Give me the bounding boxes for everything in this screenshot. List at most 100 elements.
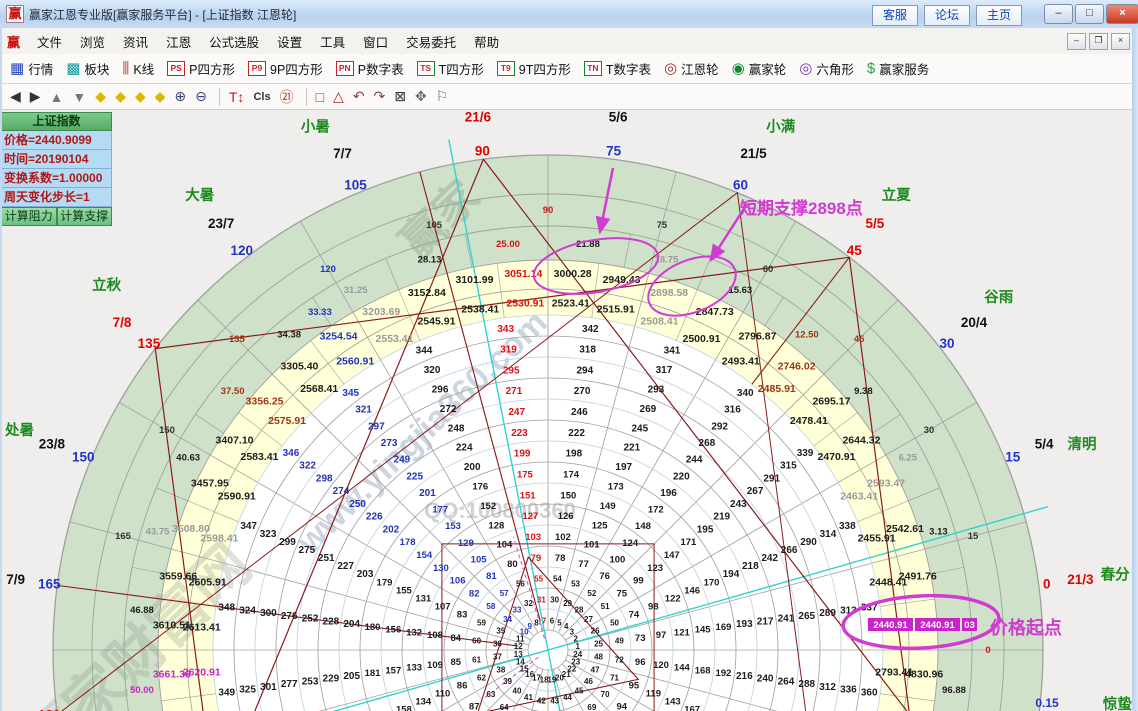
toolbar-item-label: 赢家轮 <box>749 59 787 78</box>
svg-text:195: 195 <box>697 524 714 535</box>
tri-up-icon[interactable]: ▲ <box>50 89 64 105</box>
toolbar-item-9P四方形[interactable]: P99P四方形 <box>248 59 323 78</box>
svg-text:126: 126 <box>558 511 574 522</box>
minimize-button[interactable]: – <box>1044 4 1073 24</box>
mdi-close-button[interactable]: × <box>1111 33 1130 50</box>
svg-text:342: 342 <box>582 324 599 335</box>
menu-item-9[interactable]: 交易委托 <box>397 28 465 55</box>
svg-text:193: 193 <box>736 619 753 630</box>
toolbar-item-P数字表[interactable]: PNP数字表 <box>336 59 404 78</box>
scale-tool-icon[interactable]: ✥ <box>415 88 427 105</box>
svg-text:344: 344 <box>416 346 433 357</box>
maximize-button[interactable]: □ <box>1075 4 1104 24</box>
menu-item-5[interactable]: 公式选股 <box>200 28 268 55</box>
svg-text:324: 324 <box>239 605 256 616</box>
cls-icon[interactable]: Cls <box>253 91 270 103</box>
svg-text:318: 318 <box>579 345 596 356</box>
svg-text:5/4: 5/4 <box>1035 436 1054 451</box>
svg-text:30: 30 <box>924 425 935 436</box>
svg-text:100: 100 <box>609 555 625 566</box>
svg-text:62: 62 <box>477 674 486 683</box>
toolbar-item-江恩轮[interactable]: ◎江恩轮 <box>664 59 719 78</box>
calendar-icon[interactable]: ㉑ <box>280 87 294 107</box>
panel-field-3: 变换系数=1.00000 <box>1 169 112 188</box>
mdi-minimize-button[interactable]: – <box>1067 33 1086 50</box>
toolbar-item-K线[interactable]: ⫼K线 <box>122 59 154 78</box>
svg-text:181: 181 <box>365 668 382 679</box>
svg-text:152: 152 <box>480 501 496 512</box>
square-tool-icon[interactable]: □ <box>316 89 324 105</box>
toolbar-item-T四方形[interactable]: TST四方形 <box>417 59 484 78</box>
svg-text:315: 315 <box>780 461 797 472</box>
rotate-cw-icon[interactable]: ↷ <box>374 88 386 105</box>
svg-text:148: 148 <box>635 521 651 532</box>
menu-item-8[interactable]: 窗口 <box>354 28 397 55</box>
prev-icon[interactable]: ◀ <box>10 88 21 105</box>
toolbar-separator <box>219 88 220 106</box>
flip-vertical-icon[interactable]: T↕ <box>229 89 245 105</box>
toolbar-item-行情[interactable]: ▦行情 <box>10 59 53 78</box>
zoom-in-icon[interactable]: ⊕ <box>174 88 186 105</box>
svg-text:325: 325 <box>239 685 256 696</box>
diamond-up-icon[interactable]: ◆ <box>135 88 146 105</box>
flag-tool-icon[interactable]: ⚐ <box>436 88 449 105</box>
titlebar-button-1[interactable]: 客服 <box>872 5 918 26</box>
svg-text:96: 96 <box>635 657 646 668</box>
svg-text:2515.91: 2515.91 <box>597 304 635 316</box>
toolbar-item-六角形[interactable]: ◎六角形 <box>799 59 854 78</box>
menu-item-2[interactable]: 浏览 <box>71 28 114 55</box>
zoom-out-icon[interactable]: ⊖ <box>195 88 207 105</box>
diamond-right-icon[interactable]: ◆ <box>115 88 126 105</box>
menu-item-4[interactable]: 江恩 <box>157 28 200 55</box>
menu-item-1[interactable]: 文件 <box>28 28 71 55</box>
svg-text:3305.40: 3305.40 <box>280 361 318 373</box>
menu-item-6[interactable]: 设置 <box>268 28 311 55</box>
toolbar-item-赢家服务[interactable]: $赢家服务 <box>867 59 929 78</box>
menu-item-3[interactable]: 资讯 <box>114 28 157 55</box>
panel-button-2[interactable]: 计算支撑 <box>57 207 113 226</box>
svg-text:83: 83 <box>457 609 468 620</box>
toolbar-item-9T四方形[interactable]: T99T四方形 <box>497 59 571 78</box>
chart-area[interactable]: 赢家财富网www.yingjia360.com赢家QQ:100800360123… <box>0 110 1138 711</box>
svg-text:55: 55 <box>534 575 543 584</box>
panel-button-1[interactable]: 计算阻力 <box>1 207 57 226</box>
mdi-restore-button[interactable]: ❐ <box>1089 33 1108 50</box>
toolbar-item-P四方形[interactable]: PSP四方形 <box>167 59 235 78</box>
close-button[interactable]: × <box>1106 4 1138 24</box>
svg-text:2530.91: 2530.91 <box>506 298 544 310</box>
menu-item-10[interactable]: 帮助 <box>465 28 508 55</box>
diamond-left-icon[interactable]: ◆ <box>95 88 106 105</box>
svg-text:50.00: 50.00 <box>130 685 154 696</box>
svg-text:2644.32: 2644.32 <box>842 435 880 447</box>
svg-text:35: 35 <box>496 626 505 635</box>
toolbar-item-T数字表[interactable]: TNT数字表 <box>584 59 651 78</box>
toolbar-item-label: 赢家服务 <box>879 59 929 78</box>
toolbar-item-赢家轮[interactable]: ◉赢家轮 <box>732 59 787 78</box>
titlebar-button-3[interactable]: 主页 <box>976 5 1022 26</box>
next-icon[interactable]: ▶ <box>30 88 41 105</box>
svg-text:5: 5 <box>557 618 562 627</box>
svg-text:2542.61: 2542.61 <box>886 523 924 535</box>
svg-text:80: 80 <box>507 559 518 570</box>
gann-wheel-canvas[interactable]: 赢家财富网www.yingjia360.com赢家QQ:100800360123… <box>0 110 1138 711</box>
svg-text:225: 225 <box>406 471 423 482</box>
svg-text:7: 7 <box>542 616 547 625</box>
svg-text:49: 49 <box>615 637 624 646</box>
svg-text:338: 338 <box>839 521 856 532</box>
svg-text:45: 45 <box>847 243 863 258</box>
menu-item-7[interactable]: 工具 <box>311 28 354 55</box>
triangle-tool-icon[interactable]: △ <box>333 88 344 105</box>
diamond-down-icon[interactable]: ◆ <box>155 88 166 105</box>
svg-text:46.88: 46.88 <box>130 605 154 616</box>
rotate-ccw-icon[interactable]: ↶ <box>353 88 365 105</box>
toolbar-item-板块[interactable]: ▩板块 <box>66 59 109 78</box>
svg-text:216: 216 <box>736 671 753 682</box>
delete-box-icon[interactable]: ⊠ <box>394 88 406 105</box>
svg-text:34: 34 <box>503 615 512 624</box>
svg-text:204: 204 <box>343 619 360 630</box>
svg-text:75: 75 <box>657 220 668 231</box>
TS-badge-icon: TS <box>417 61 435 76</box>
tri-down-icon[interactable]: ▼ <box>72 89 86 105</box>
titlebar-button-2[interactable]: 论坛 <box>924 5 970 26</box>
svg-text:150: 150 <box>159 425 175 436</box>
